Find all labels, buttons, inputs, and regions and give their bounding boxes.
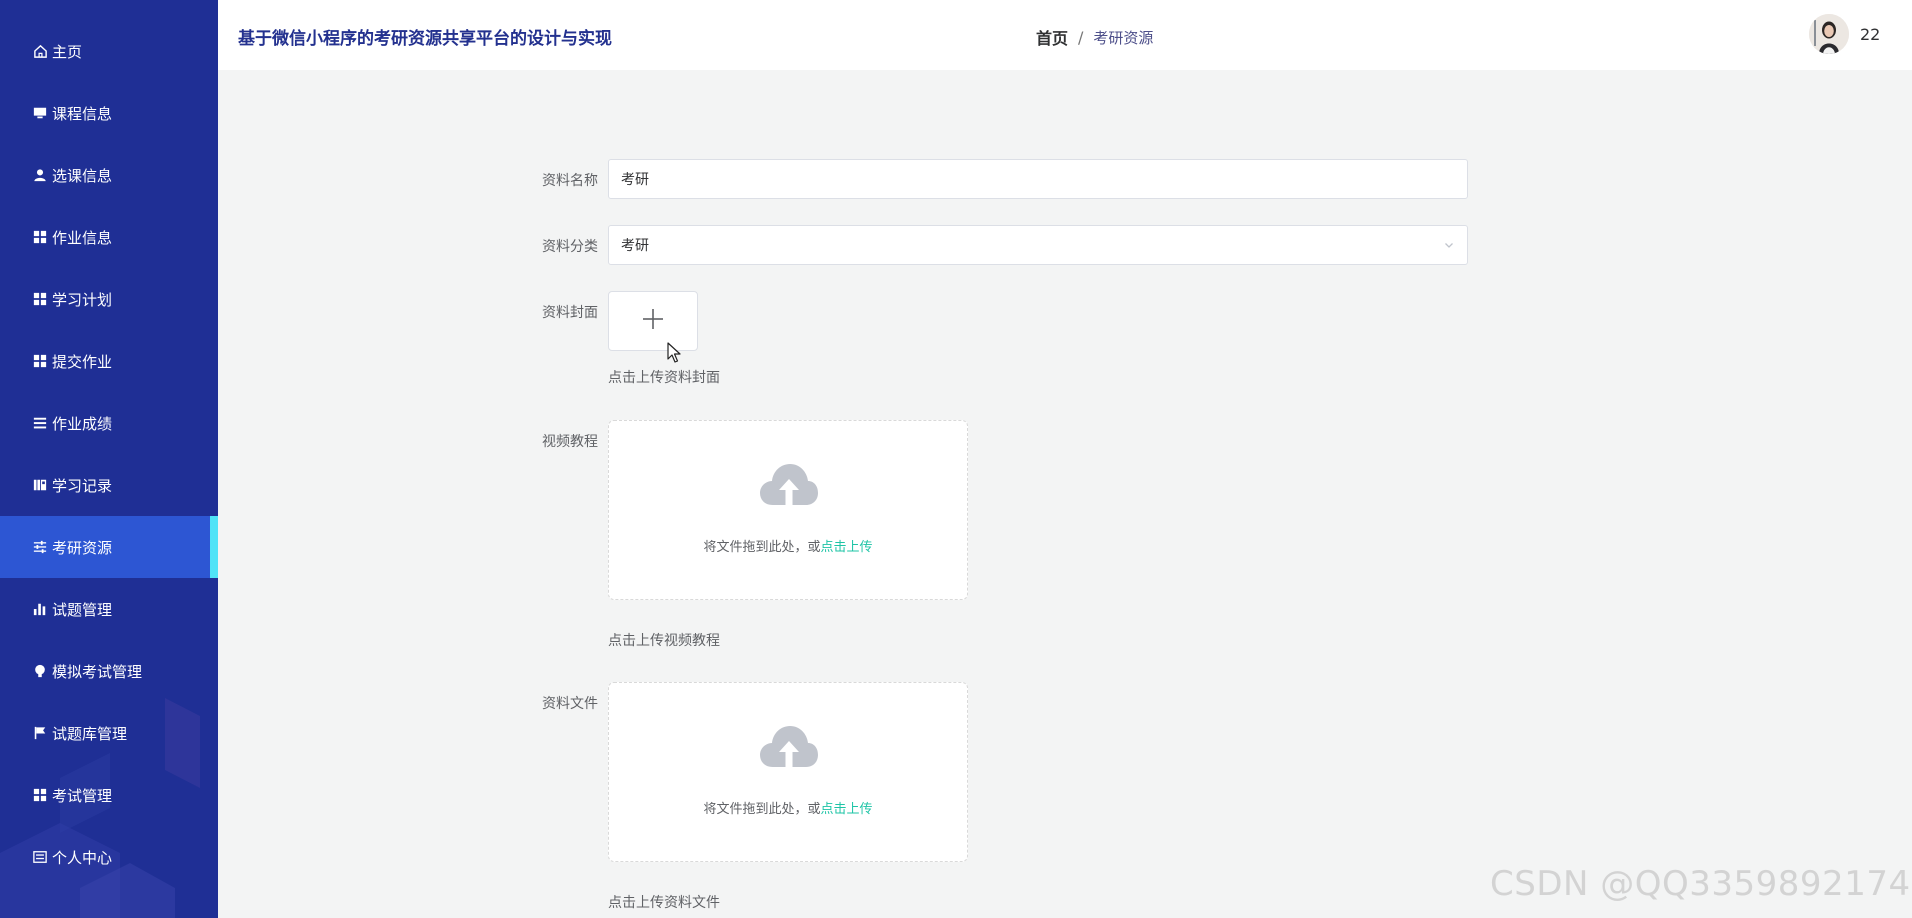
sidebar-item-label: 作业成绩 [52,414,113,433]
bar-chart-icon [32,601,48,617]
sidebar-item-study-plan[interactable]: 学习计划 [0,268,218,330]
cloud-upload-icon [759,461,819,513]
breadcrumb-separator: / [1078,27,1084,47]
sidebar-item-question-management[interactable]: 试题管理 [0,578,218,640]
sidebar-item-label: 试题库管理 [52,724,128,743]
sidebar-item-question-bank-management[interactable]: 试题库管理 [0,702,218,764]
grid-icon [32,787,48,803]
sidebar-item-course-selection[interactable]: 选课信息 [0,144,218,206]
sidebar-item-exam-resources[interactable]: 考研资源 [0,516,218,578]
sidebar-item-label: 课程信息 [52,104,113,123]
sidebar-item-label: 模拟考试管理 [52,662,143,681]
sidebar: 主页 课程信息 选课信息 作业信息 学习计划 提交作业 作业成绩 学习记录 考研… [0,0,218,918]
resource-cover-label: 资料封面 [542,305,598,321]
sidebar-item-label: 试题管理 [52,600,113,619]
sidebar-item-mock-exam-management[interactable]: 模拟考试管理 [0,640,218,702]
avatar[interactable] [1809,14,1849,54]
video-tutorial-label: 视频教程 [542,434,598,450]
bulb-icon [32,663,48,679]
file-dropzone-instruction: 将文件拖到此处，或 [703,802,821,817]
resource-category-select[interactable]: 考研 [608,225,1468,265]
sidebar-item-label: 学习计划 [52,290,113,309]
sidebar-item-course-info[interactable]: 课程信息 [0,82,218,144]
video-dropzone-text: 将文件拖到此处，或点击上传 [609,536,967,555]
home-icon [32,43,48,59]
book-icon [32,477,48,493]
user-card-icon [32,849,48,865]
username[interactable]: 22 [1860,25,1880,44]
sidebar-item-exam-management[interactable]: 考试管理 [0,764,218,826]
watermark: CSDN @QQ3359892174 [1490,864,1911,904]
plus-icon [642,308,664,334]
sidebar-item-homework-info[interactable]: 作业信息 [0,206,218,268]
list-icon [32,415,48,431]
video-upload-link[interactable]: 点击上传 [821,540,873,555]
grid-icon [32,353,48,369]
app-title: 基于微信小程序的考研资源共享平台的设计与实现 [238,29,612,49]
cover-upload-button[interactable] [608,291,698,351]
sidebar-item-label: 考试管理 [52,786,113,805]
grid-icon [32,291,48,307]
cloud-upload-icon [759,723,819,775]
video-upload-dropzone[interactable]: 将文件拖到此处，或点击上传 [608,420,968,600]
sidebar-item-personal-center[interactable]: 个人中心 [0,826,218,888]
sidebar-item-home[interactable]: 主页 [0,20,218,82]
grid-icon [32,229,48,245]
video-dropzone-instruction: 将文件拖到此处，或 [703,540,821,555]
file-upload-dropzone[interactable]: 将文件拖到此处，或点击上传 [608,682,968,862]
sidebar-item-label: 作业信息 [52,228,113,247]
file-upload-link[interactable]: 点击上传 [821,802,873,817]
video-upload-tip: 点击上传视频教程 [608,633,720,649]
sliders-icon [32,539,48,555]
file-dropzone-text: 将文件拖到此处，或点击上传 [609,798,967,817]
flag-icon [32,725,48,741]
chevron-down-icon [1443,239,1455,255]
resource-category-label: 资料分类 [542,239,598,255]
sidebar-item-label: 选课信息 [52,166,113,185]
resource-category-value: 考研 [621,238,649,254]
sidebar-item-label: 提交作业 [52,352,113,371]
sidebar-item-label: 学习记录 [52,476,113,495]
resource-name-label: 资料名称 [542,173,598,189]
sidebar-item-submit-homework[interactable]: 提交作业 [0,330,218,392]
sidebar-item-study-records[interactable]: 学习记录 [0,454,218,516]
cover-upload-tip: 点击上传资料封面 [608,370,720,386]
user-icon [32,167,48,183]
sidebar-item-label: 主页 [52,42,83,61]
sidebar-item-label: 考研资源 [52,538,113,557]
sidebar-item-label: 个人中心 [52,848,113,867]
breadcrumb-home[interactable]: 首页 [1036,25,1068,49]
sidebar-item-homework-scores[interactable]: 作业成绩 [0,392,218,454]
monitor-icon [32,105,48,121]
breadcrumb: 首页 / 考研资源 [1036,25,1153,49]
resource-name-input[interactable] [608,159,1468,199]
breadcrumb-current: 考研资源 [1093,28,1154,47]
file-upload-tip: 点击上传资料文件 [608,895,720,911]
top-header: 基于微信小程序的考研资源共享平台的设计与实现 首页 / 考研资源 22 [218,0,1912,70]
mouse-cursor-icon [667,342,681,368]
resource-file-label: 资料文件 [542,696,598,712]
